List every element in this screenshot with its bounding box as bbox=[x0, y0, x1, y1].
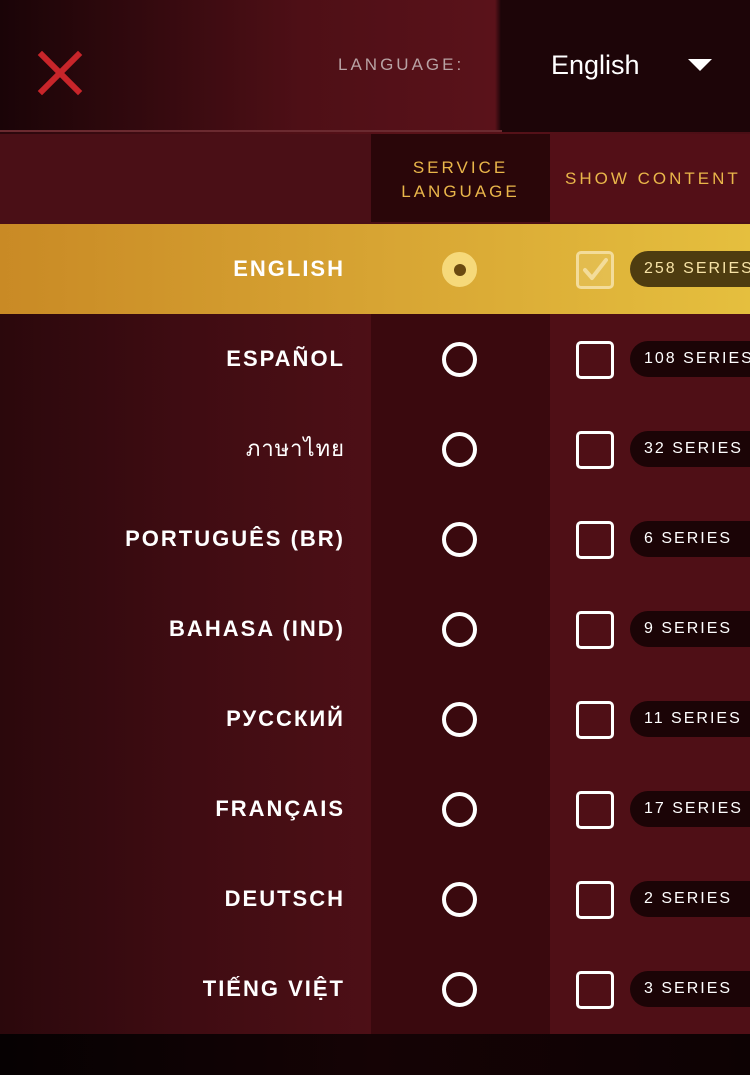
language-name: РУССКИЙ bbox=[226, 706, 345, 731]
footer-bar bbox=[0, 1034, 750, 1075]
language-name: ESPAÑOL bbox=[226, 346, 345, 371]
close-button[interactable] bbox=[32, 45, 88, 101]
column-header-row: SERVICE LANGUAGE SHOW CONTENT bbox=[0, 134, 750, 224]
chevron-down-icon bbox=[688, 59, 712, 71]
language-list: ENGLISH 258 SERIES ESPAÑOL 108 SERIES ภา… bbox=[0, 224, 750, 1034]
language-row[interactable]: ENGLISH 258 SERIES bbox=[0, 224, 750, 314]
series-count-badge: 32 SERIES bbox=[630, 431, 750, 467]
series-count-badge: 11 SERIES bbox=[630, 701, 750, 737]
language-name: PORTUGUÊS (BR) bbox=[125, 526, 345, 551]
language-name: ภาษาไทย bbox=[245, 436, 345, 461]
column-header-show-content: SHOW CONTENT bbox=[550, 134, 750, 222]
series-count-badge: 2 SERIES bbox=[630, 881, 750, 917]
language-settings-screen: LANGUAGE: English SERVICE LANGUAGE SHOW … bbox=[0, 0, 750, 1075]
series-count-badge: 9 SERIES bbox=[630, 611, 750, 647]
language-label: LANGUAGE: bbox=[338, 55, 465, 74]
checkmark-icon bbox=[583, 258, 608, 280]
column-header-service-line2: LANGUAGE bbox=[401, 182, 520, 201]
show-content-checkbox[interactable] bbox=[576, 431, 614, 469]
series-count-badge: 17 SERIES bbox=[630, 791, 750, 827]
service-language-radio[interactable] bbox=[442, 972, 477, 1007]
language-row[interactable]: ภาษาไทย 32 SERIES bbox=[0, 404, 750, 494]
series-count-badge: 6 SERIES bbox=[630, 521, 750, 557]
show-content-checkbox[interactable] bbox=[576, 791, 614, 829]
show-content-checkbox[interactable] bbox=[576, 701, 614, 739]
series-count-badge: 108 SERIES bbox=[630, 341, 750, 377]
service-language-radio[interactable] bbox=[442, 252, 477, 287]
language-name: TIẾNG VIỆT bbox=[202, 976, 345, 1001]
language-row[interactable]: BAHASA (IND) 9 SERIES bbox=[0, 584, 750, 674]
language-row[interactable]: PORTUGUÊS (BR) 6 SERIES bbox=[0, 494, 750, 584]
language-name: FRANÇAIS bbox=[215, 796, 345, 821]
series-count-badge: 258 SERIES bbox=[630, 251, 750, 287]
show-content-checkbox[interactable] bbox=[576, 521, 614, 559]
service-language-radio[interactable] bbox=[442, 342, 477, 377]
show-content-checkbox[interactable] bbox=[576, 611, 614, 649]
show-content-checkbox[interactable] bbox=[576, 341, 614, 379]
language-row[interactable]: РУССКИЙ 11 SERIES bbox=[0, 674, 750, 764]
language-row[interactable]: FRANÇAIS 17 SERIES bbox=[0, 764, 750, 854]
service-language-radio[interactable] bbox=[442, 792, 477, 827]
column-header-service-line1: SERVICE bbox=[412, 158, 509, 177]
language-dropdown-value: English bbox=[551, 50, 640, 80]
language-row[interactable]: TIẾNG VIỆT 3 SERIES bbox=[0, 944, 750, 1034]
language-dropdown[interactable]: English bbox=[502, 0, 750, 132]
close-icon bbox=[37, 50, 83, 96]
series-count-badge: 3 SERIES bbox=[630, 971, 750, 1007]
service-language-radio[interactable] bbox=[442, 882, 477, 917]
service-language-radio[interactable] bbox=[442, 702, 477, 737]
service-language-radio[interactable] bbox=[442, 522, 477, 557]
language-name: BAHASA (IND) bbox=[169, 616, 345, 641]
language-row[interactable]: DEUTSCH 2 SERIES bbox=[0, 854, 750, 944]
service-language-radio[interactable] bbox=[442, 432, 477, 467]
column-header-service-language: SERVICE LANGUAGE bbox=[371, 134, 550, 222]
service-language-radio[interactable] bbox=[442, 612, 477, 647]
show-content-checkbox[interactable] bbox=[576, 251, 614, 289]
language-name: ENGLISH bbox=[233, 256, 345, 281]
show-content-checkbox[interactable] bbox=[576, 971, 614, 1009]
language-row[interactable]: ESPAÑOL 108 SERIES bbox=[0, 314, 750, 404]
show-content-checkbox[interactable] bbox=[576, 881, 614, 919]
header-bar: LANGUAGE: English bbox=[0, 0, 750, 132]
language-name: DEUTSCH bbox=[224, 886, 345, 911]
